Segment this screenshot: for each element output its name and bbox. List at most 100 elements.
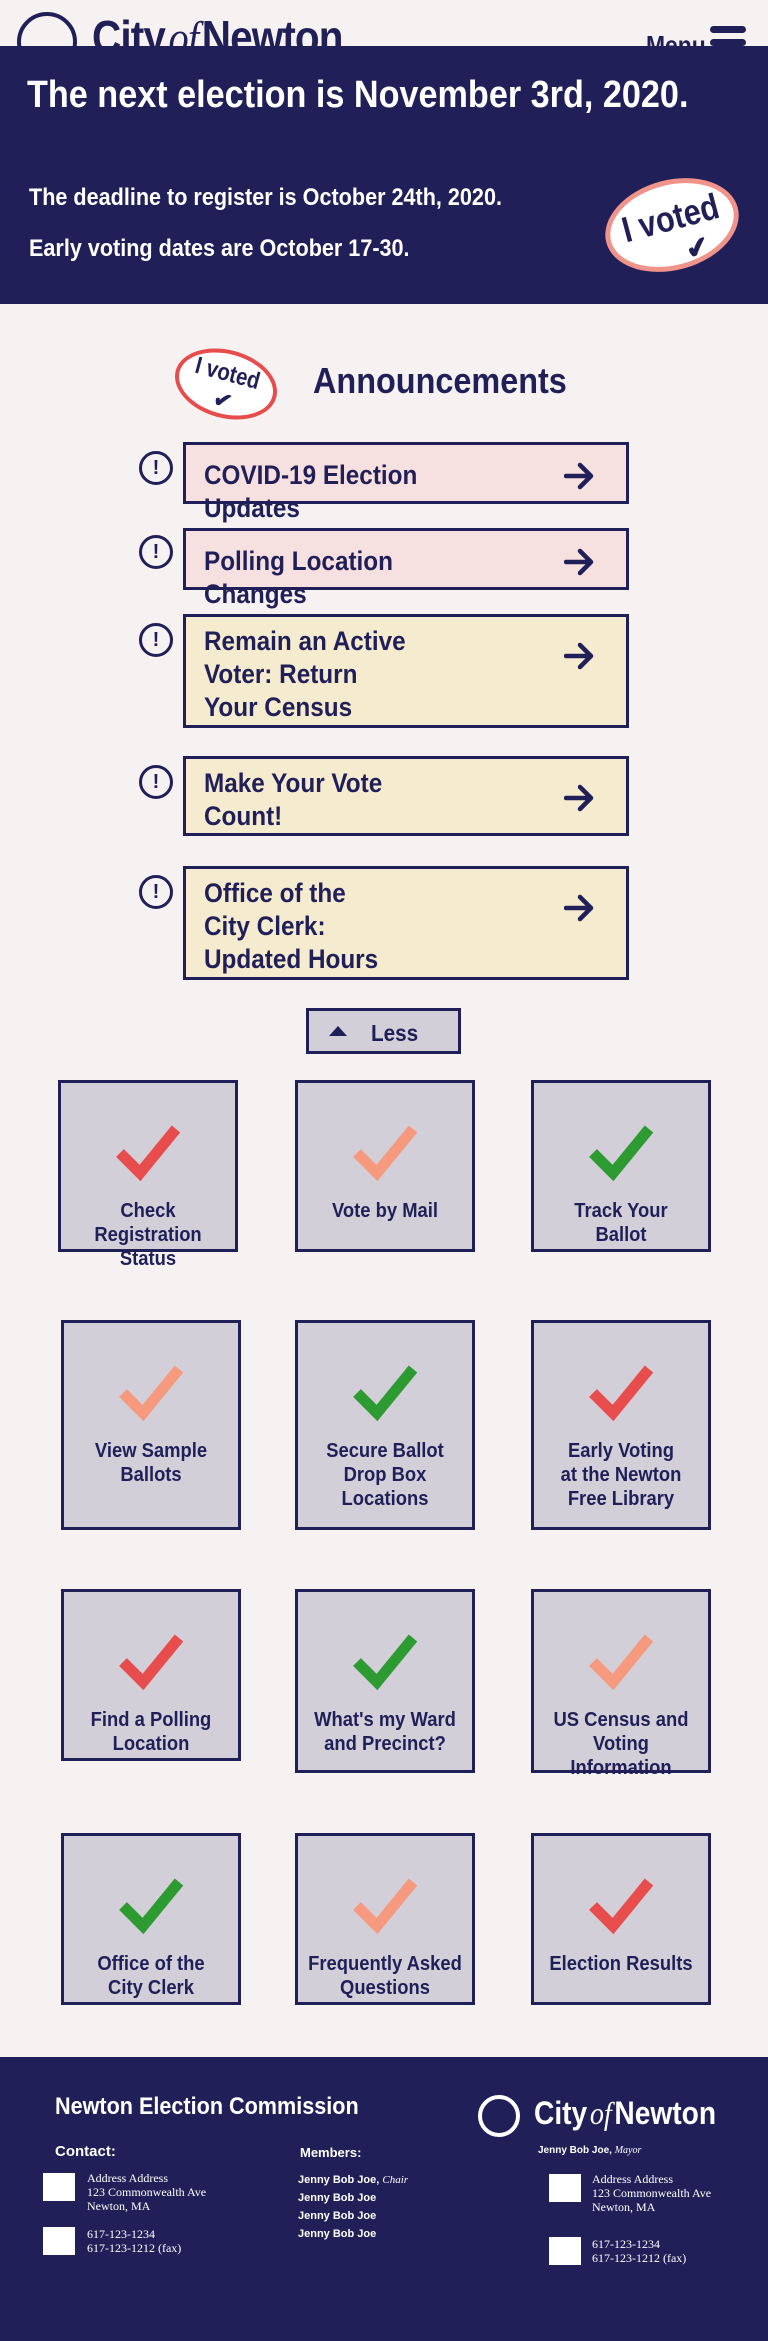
alert-icon: ! (139, 535, 173, 569)
address-line: Address Address (87, 2171, 168, 2185)
announcement-title-line: Office of the (204, 878, 346, 908)
quick-link-tile[interactable]: Secure Ballot Drop Box Locations (295, 1320, 475, 1530)
location-icon (43, 2173, 75, 2201)
announcement-title-line: City Clerk: (204, 911, 326, 941)
member-entry: Jenny Bob Joe (298, 2192, 376, 2204)
checkmark-icon (117, 1874, 185, 1935)
checkmark-icon (587, 1121, 655, 1182)
commission-address: Address Address 123 Commonwealth Ave New… (87, 2171, 206, 2213)
tile-label: Vote by Mail (305, 1199, 465, 1223)
tile-label-line: Location (112, 1733, 190, 1755)
arrow-right-icon (563, 893, 596, 923)
announcement-card[interactable]: Polling Location Changes (183, 528, 629, 609)
announcement-title: Make Your Vote Count! (204, 767, 474, 833)
checkmark-icon (587, 1361, 655, 1422)
tile-label-line: Ballot (595, 1224, 647, 1246)
quick-link-tile[interactable]: Track Your Ballot (531, 1080, 711, 1252)
tile-label: Track Your Ballot (541, 1199, 701, 1247)
member-entry: Jenny Bob Joe (298, 2228, 376, 2240)
tile-label-line: Questions (340, 1977, 430, 1999)
member-name: Jenny Bob Joe, (298, 2174, 380, 2186)
checkmark-icon (351, 1874, 419, 1935)
announcement-title: Polling Location Changes (204, 545, 474, 611)
mayor-address: Address Address 123 Commonwealth Ave New… (592, 2172, 711, 2214)
commission-phones: 617-123-1234 617-123-1212 (fax) (87, 2227, 181, 2255)
announcement-title-line: Voter: Return (204, 659, 358, 689)
city-seal-icon[interactable] (478, 2095, 520, 2137)
logo-of-word: of (589, 2095, 612, 2131)
logo-name-word: Newton (614, 2095, 717, 2131)
caret-up-icon (329, 1026, 347, 1036)
member-entry: Jenny Bob Joe, Chair (298, 2174, 408, 2186)
tile-label-line: City Clerk (108, 1977, 194, 1999)
announcement-card[interactable]: Office of the City Clerk: Updated Hours (183, 866, 629, 980)
tile-label-line: View Sample (94, 1440, 208, 1462)
quick-link-tile[interactable]: Election Results (531, 1833, 711, 2005)
tile-label-line: Track Your (574, 1200, 668, 1222)
tile-label-line: Election Results (549, 1953, 693, 1975)
site-footer: Newton Election Commission Contact: Addr… (0, 2057, 768, 2341)
tile-label-line: Vote by Mail (331, 1200, 439, 1222)
alert-icon: ! (139, 875, 173, 909)
footer-logo[interactable]: CityofNewton (534, 2095, 716, 2132)
checkmark-icon (587, 1630, 655, 1691)
announcement-card[interactable]: Remain an Active Voter: Return Your Census (183, 614, 629, 728)
tile-label-line: Drop Box (343, 1464, 427, 1486)
tile-label-line: What's my Ward (314, 1709, 456, 1731)
announcement-title: Office of the City Clerk: Updated Hours (204, 877, 474, 976)
alert-icon: ! (139, 451, 173, 485)
phone-icon (549, 2237, 581, 2265)
announcement-card[interactable]: Make Your Vote Count! (183, 756, 629, 836)
quick-link-tile[interactable]: What's my Ward and Precinct? (295, 1589, 475, 1773)
tile-label: What's my Ward and Precinct? (305, 1708, 465, 1756)
quick-link-tile[interactable]: Find a Polling Location (61, 1589, 241, 1761)
address-line: 123 Commonwealth Ave (592, 2186, 712, 2200)
phone-number[interactable]: 617-123-1234 (87, 2227, 181, 2241)
tile-label-line: at the Newton (560, 1464, 682, 1486)
checkmark-icon (351, 1121, 419, 1182)
tile-label-line: US Census and (553, 1709, 689, 1731)
tile-label-line: Check (120, 1200, 176, 1222)
announcement-card[interactable]: COVID-19 Election Updates (183, 442, 629, 523)
quick-link-tile[interactable]: Vote by Mail (295, 1080, 475, 1252)
address-line: Newton, MA (87, 2199, 151, 2213)
checkmark-icon (351, 1630, 419, 1691)
fax-number[interactable]: 617-123-1212 (fax) (592, 2251, 686, 2265)
member-name: Jenny Bob Joe (298, 2192, 377, 2204)
fax-number[interactable]: 617-123-1212 (fax) (87, 2241, 181, 2255)
quick-link-tile[interactable]: Early Voting at the Newton Free Library (531, 1320, 711, 1530)
check-icon: ✔ (210, 385, 236, 415)
alert-icon: ! (139, 623, 173, 657)
quick-link-tile[interactable]: Check Registration Status (58, 1080, 238, 1270)
tile-label-line: Voting Information (570, 1733, 672, 1779)
logo-city-word: City (534, 2095, 588, 2131)
quick-link-tile[interactable]: View Sample Ballots (61, 1320, 241, 1530)
register-deadline-text: The deadline to register is October 24th… (29, 184, 502, 211)
announcement-title-line: Polling Location Changes (204, 546, 393, 609)
check-icon: ✔ (682, 229, 713, 266)
less-label: Less (371, 1020, 419, 1046)
mayor-name: Jenny Bob Joe, (538, 2145, 612, 2156)
announcement-title: Remain an Active Voter: Return Your Census (204, 625, 474, 724)
less-button[interactable]: Less (306, 1008, 461, 1054)
member-name: Jenny Bob Joe (298, 2228, 377, 2240)
quick-link-tile[interactable]: Frequently Asked Questions (295, 1833, 475, 2005)
alert-icon: ! (139, 765, 173, 799)
tile-label-line: Free Library (567, 1488, 675, 1510)
checkmark-icon (117, 1630, 185, 1691)
quick-link-tile[interactable]: Office of the City Clerk (61, 1833, 241, 2005)
phone-number[interactable]: 617-123-1234 (592, 2237, 686, 2251)
phone-icon (43, 2227, 75, 2255)
announcement-title-line: COVID-19 Election Updates (204, 460, 418, 523)
tile-label-line: Locations (341, 1488, 429, 1510)
tile-label-line: Find a Polling (90, 1709, 212, 1731)
tile-label: View Sample Ballots (71, 1439, 231, 1487)
tile-label-line: Early Voting (567, 1440, 675, 1462)
tile-label: Secure Ballot Drop Box Locations (305, 1439, 465, 1511)
quick-link-tile[interactable]: US Census and Voting Information (531, 1589, 711, 1779)
tile-label: Check Registration Status (68, 1199, 228, 1271)
arrow-right-icon (563, 783, 596, 813)
mayor-entry: Jenny Bob Joe, Mayor (538, 2145, 641, 2156)
mayor-role: Mayor (614, 2145, 642, 2156)
arrow-right-icon (563, 641, 596, 671)
